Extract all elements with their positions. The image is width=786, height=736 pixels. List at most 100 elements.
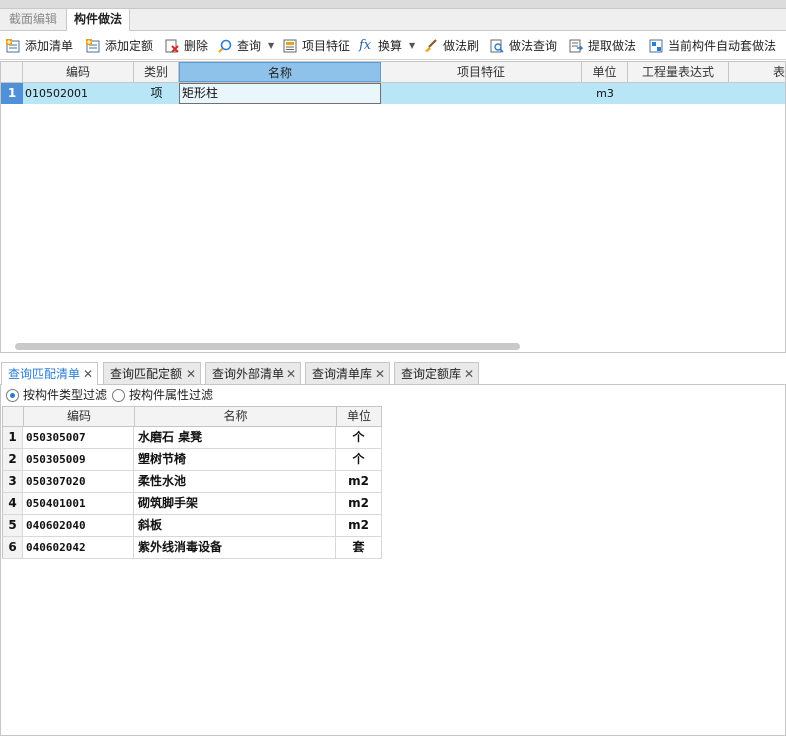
tab-quota-library[interactable]: 查询定额库 ✕ (394, 362, 479, 385)
cell-unit[interactable]: 个 (336, 449, 382, 470)
table-row[interactable]: 5 040602040 斜板 m2 (2, 515, 382, 537)
cell-unit[interactable]: m2 (336, 471, 382, 492)
cell-code[interactable]: 040602040 (23, 515, 134, 536)
cell-code[interactable]: 050401001 (23, 493, 134, 514)
top-tab-bar: 截面编辑 构件做法 (0, 9, 786, 31)
cell-unit[interactable]: 个 (336, 427, 382, 448)
cell-unit[interactable]: 套 (336, 537, 382, 558)
tab-section-edit[interactable]: 截面编辑 (2, 9, 64, 31)
tab-match-list-label: 查询匹配清单 (8, 367, 81, 381)
tab-quota-library-label: 查询定额库 (401, 367, 462, 381)
cell-category[interactable]: 项 (134, 83, 179, 104)
table-row[interactable]: 2 050305009 塑树节椅个 (2, 449, 382, 471)
table-row[interactable]: 3 050307020 柔性水池 m2 (2, 471, 382, 493)
header-name[interactable]: 名称 (179, 62, 381, 82)
table-row[interactable]: 1 050305007 水磨石 桌凳个 (2, 427, 382, 449)
delete-icon (165, 39, 179, 53)
convert-dropdown-icon[interactable]: ▼ (409, 36, 415, 56)
match-grid-header: 编码 名称 单位 (2, 406, 382, 427)
cell-name[interactable]: 水磨石 桌凳 (134, 427, 336, 448)
method-grid-header: 编码 类别 名称 项目特征 单位 工程量表达式 表 (1, 62, 785, 83)
cell-name[interactable]: 斜板 (134, 515, 336, 536)
add-list-icon (6, 39, 20, 53)
cell-code[interactable]: 050307020 (23, 471, 134, 492)
cell-expression[interactable] (628, 83, 729, 104)
add-quota-label: 添加定额 (105, 39, 154, 53)
convert-label: 换算 (378, 39, 403, 53)
close-icon[interactable]: ✕ (375, 363, 385, 385)
cell-name[interactable]: 柔性水池 (134, 471, 336, 492)
tab-match-quota[interactable]: 查询匹配定额 ✕ (103, 362, 201, 385)
cell-code[interactable]: 040602042 (23, 537, 134, 558)
row-number: 3 (2, 471, 23, 492)
cell-more[interactable] (729, 83, 785, 104)
cell-name-editing[interactable]: 矩形柱 (179, 83, 381, 104)
cell-unit[interactable]: m2 (336, 515, 382, 536)
tab-match-quota-label: 查询匹配定额 (110, 367, 183, 381)
tab-external-list-label: 查询外部清单 (212, 367, 285, 381)
method-query-label: 做法查询 (509, 39, 558, 53)
close-icon[interactable]: ✕ (464, 363, 474, 385)
add-quota-icon (86, 39, 100, 53)
tab-match-list[interactable]: 查询匹配清单 ✕ (1, 362, 98, 386)
header-more[interactable]: 表 (729, 62, 785, 82)
cell-name[interactable]: 塑树节椅 (134, 449, 336, 470)
tab-list-library[interactable]: 查询清单库 ✕ (305, 362, 390, 385)
cell-code[interactable]: 010502001 (25, 83, 133, 104)
cell-unit[interactable]: m2 (336, 493, 382, 514)
close-icon[interactable]: ✕ (186, 363, 196, 385)
header-feature[interactable]: 项目特征 (381, 62, 582, 82)
magnifier-icon (218, 39, 232, 53)
header-rownum (1, 62, 23, 82)
filter-by-attr-radio[interactable] (112, 389, 125, 402)
row-number: 1 (2, 427, 23, 448)
method-grid: 编码 类别 名称 项目特征 单位 工程量表达式 表 1 010502001 项 … (0, 61, 786, 353)
header-expression[interactable]: 工程量表达式 (628, 62, 729, 82)
filter-by-type-label[interactable]: 按构件类型过滤 (23, 387, 107, 404)
header-category[interactable]: 类别 (134, 62, 179, 82)
table-row[interactable]: 1 010502001 项 矩形柱 m3 (1, 83, 785, 104)
header-rownum (3, 407, 24, 426)
cell-code[interactable]: 050305009 (23, 449, 134, 470)
header-code[interactable]: 编码 (24, 407, 135, 426)
auto-apply-icon (649, 39, 663, 53)
item-feature-label: 项目特征 (302, 39, 351, 53)
row-number: 4 (2, 493, 23, 514)
cell-name[interactable]: 紫外线消毒设备 (134, 537, 336, 558)
auto-apply-method-label: 当前构件自动套做法 (668, 39, 777, 53)
cell-feature[interactable] (382, 83, 582, 104)
row-number: 2 (2, 449, 23, 470)
tab-component-method[interactable]: 构件做法 (66, 9, 131, 31)
match-list-panel: 编码 名称 单位 1 050305007 水磨石 桌凳个 2 050305009 塑树节椅… (0, 406, 786, 736)
tab-external-list[interactable]: 查询外部清单 ✕ (205, 362, 301, 385)
header-code[interactable]: 编码 (23, 62, 134, 82)
tab-list-library-label: 查询清单库 (312, 367, 373, 381)
brush-icon (425, 39, 437, 52)
panel-splitter[interactable] (0, 354, 786, 361)
cell-name[interactable]: 砌筑脚手架 (134, 493, 336, 514)
header-unit[interactable]: 单位 (582, 62, 628, 82)
query-label: 查询 (237, 39, 262, 53)
row-number: 1 (1, 83, 23, 104)
item-feature-icon (283, 39, 297, 53)
table-row[interactable]: 6 040602042 紫外线消毒设备套 (2, 537, 382, 559)
cell-unit[interactable]: m3 (582, 83, 628, 104)
toolbar: 添加清单 添加定额 删除 查询 ▼ 项目特征 fx 换算 ▼ 做法刷 做法查询 … (0, 32, 786, 60)
header-name[interactable]: 名称 (135, 407, 337, 426)
table-row[interactable]: 4 050401001 砌筑脚手架 m2 (2, 493, 382, 515)
header-unit[interactable]: 单位 (337, 407, 381, 426)
close-icon[interactable]: ✕ (83, 363, 93, 385)
window-top-strip (0, 0, 786, 9)
delete-label: 删除 (184, 39, 209, 53)
function-fx-icon: fx (359, 38, 372, 53)
method-query-icon (490, 39, 504, 53)
row-number: 6 (2, 537, 23, 558)
filter-by-type-radio[interactable] (6, 389, 19, 402)
query-dropdown-icon[interactable]: ▼ (268, 36, 274, 56)
cell-code[interactable]: 050305007 (23, 427, 134, 448)
query-tab-bar: 查询匹配清单 ✕ 查询匹配定额 ✕ 查询外部清单 ✕ 查询清单库 ✕ 查询定额库… (0, 361, 786, 386)
filter-by-attr-label[interactable]: 按构件属性过滤 (129, 387, 213, 404)
filter-bar: 按构件类型过滤 按构件属性过滤 (0, 385, 786, 406)
horizontal-scrollbar[interactable] (15, 343, 520, 350)
close-icon[interactable]: ✕ (286, 363, 296, 385)
